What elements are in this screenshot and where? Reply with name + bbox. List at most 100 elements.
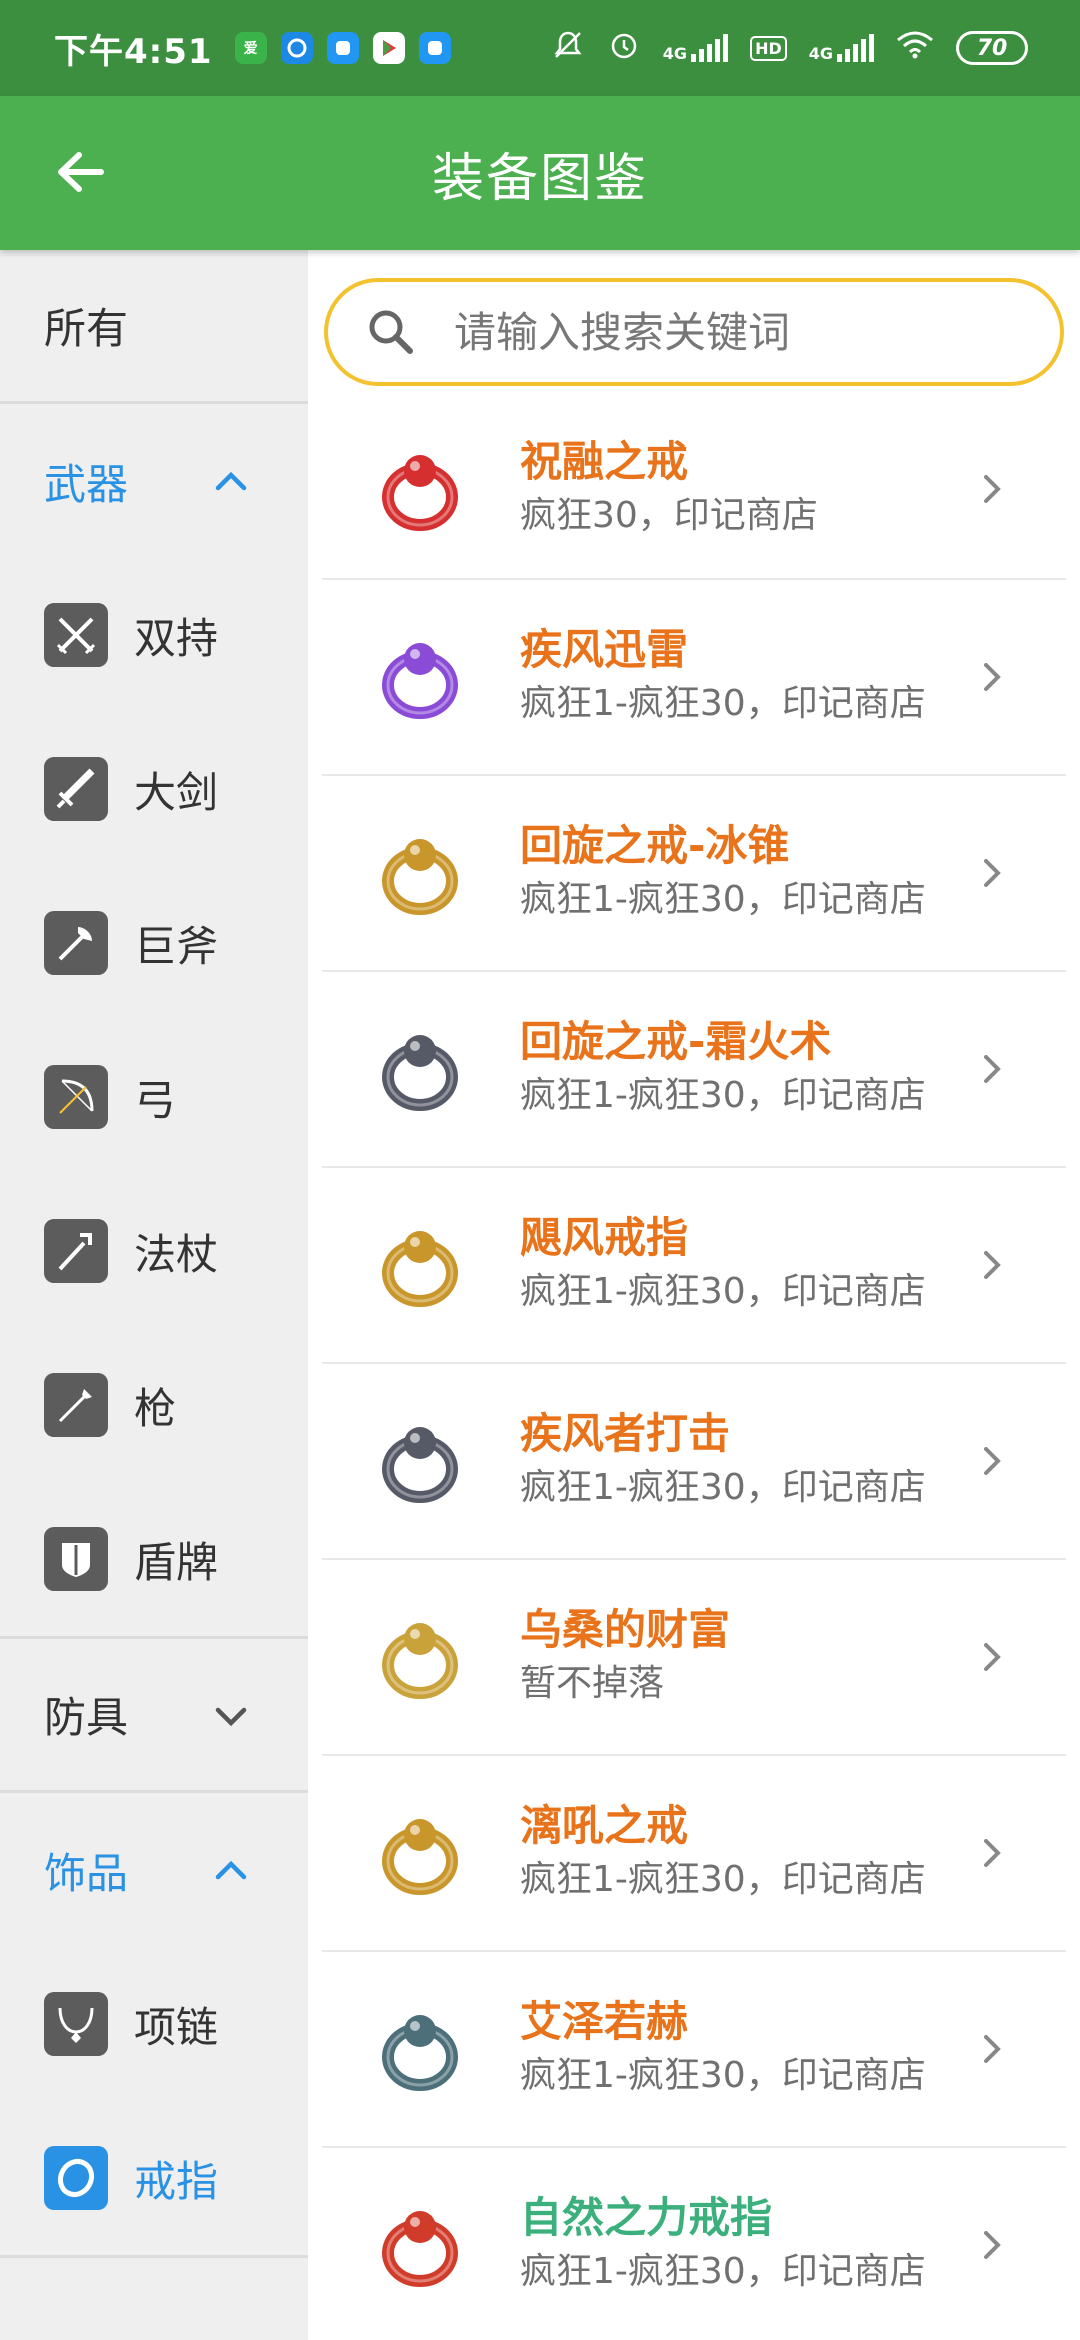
ring-item-icon [382, 1231, 458, 1307]
item-source: 疯狂1-疯狂30，印记商店 [520, 683, 926, 724]
crossed-swords-icon [44, 603, 108, 667]
signal-4g-icon: 4G [663, 34, 729, 62]
bow-icon [44, 1065, 108, 1129]
item-source: 疯狂1-疯狂30，印记商店 [520, 1467, 926, 1508]
ring-item-icon [382, 2015, 458, 2091]
list-item[interactable]: 艾泽若赫疯狂1-疯狂30，印记商店 [322, 1952, 1066, 2148]
shield-icon [44, 1527, 108, 1591]
chevron-right-icon [984, 1447, 1001, 1475]
status-bar: 下午4:51 爱 4G HD 4G 70 [0, 0, 1080, 96]
play-store-icon [372, 32, 405, 64]
item-name: 回旋之戒-霜火术 [520, 1017, 832, 1066]
item-source: 疯狂1-疯狂30，印记商店 [520, 1271, 926, 1312]
page-title: 装备图鉴 [431, 148, 648, 209]
category-sidebar: 所有 武器 双持 大剑 巨斧 弓 法杖 枪 盾牌 防具 饰品 项链 戒指 [0, 250, 308, 2340]
chevron-right-icon [984, 2035, 1001, 2063]
ring-item-icon [382, 1427, 458, 1503]
ring-item-icon [382, 455, 458, 531]
list-item[interactable]: 飓风戒指疯狂1-疯狂30，印记商店 [322, 1168, 1066, 1364]
notification-icons: 爱 [234, 32, 451, 64]
sidebar-item-label: 项链 [134, 2002, 219, 2052]
list-item[interactable]: 漓吼之戒疯狂1-疯狂30，印记商店 [322, 1756, 1066, 1952]
list-item[interactable]: 祝融之戒 疯狂30，印记商店 [322, 400, 1066, 580]
list-item[interactable]: 疾风迅雷疯狂1-疯狂30，印记商店 [322, 580, 1066, 776]
ring-item-icon [382, 643, 458, 719]
chevron-right-icon [984, 663, 1001, 691]
search-icon [369, 310, 413, 354]
signal-4g-icon-2: 4G [809, 34, 874, 62]
sidebar-divider [0, 2255, 308, 2258]
ring-item-icon [382, 1819, 458, 1895]
mute-bell-icon [551, 28, 585, 69]
sidebar-item-bow[interactable]: 弓 [0, 1020, 308, 1174]
sidebar-item-label: 法杖 [134, 1229, 219, 1279]
search-bar[interactable] [324, 278, 1064, 386]
app-bar: 装备图鉴 [0, 96, 1080, 250]
sidebar-item-label: 戒指 [134, 2156, 219, 2206]
necklace-icon [44, 1992, 108, 2056]
sidebar-item-ring[interactable]: 戒指 [0, 2101, 308, 2255]
alarm-icon [607, 28, 641, 69]
sidebar-item-greatsword[interactable]: 大剑 [0, 712, 308, 866]
sidebar-item-all[interactable]: 所有 [0, 250, 308, 404]
chevron-right-icon [984, 2231, 1001, 2259]
hd-badge: HD [750, 35, 787, 61]
list-item[interactable]: 回旋之戒-霜火术 疯狂1-疯狂30，印记商店 [322, 972, 1066, 1168]
list-item[interactable]: 回旋之戒-冰锥 疯狂1-疯狂30，印记商店 [322, 776, 1066, 972]
staff-icon [44, 1219, 108, 1283]
chevron-down-icon [215, 1707, 247, 1727]
item-name: 疾风迅雷 [520, 625, 689, 674]
chevron-right-icon [984, 1643, 1001, 1671]
browser-app-icon [280, 32, 313, 64]
item-source: 暂不掉落 [520, 1663, 665, 1704]
chevron-right-icon [984, 1251, 1001, 1279]
sidebar-item-staff[interactable]: 法杖 [0, 1174, 308, 1328]
list-item[interactable]: 疾风者打击疯狂1-疯狂30，印记商店 [322, 1364, 1066, 1560]
spear-icon [44, 1373, 108, 1437]
ring-item-icon [382, 1623, 458, 1699]
sidebar-item-spear[interactable]: 枪 [0, 1328, 308, 1482]
sidebar-item-dual-wield[interactable]: 双持 [0, 558, 308, 712]
chevron-right-icon [984, 1839, 1001, 1867]
item-name: 自然之力戒指 [520, 2193, 773, 2242]
chevron-up-icon [215, 471, 247, 491]
sidebar-item-label: 枪 [134, 1383, 177, 1433]
sidebar-category-accessories[interactable]: 饰品 [0, 1793, 308, 1947]
axe-icon [44, 911, 108, 975]
chevron-right-icon [984, 1055, 1001, 1083]
status-time: 下午4:51 [54, 31, 213, 72]
item-source: 疯狂1-疯狂30，印记商店 [520, 1859, 926, 1900]
sidebar-item-label: 武器 [44, 459, 129, 509]
sidebar-category-armor[interactable]: 防具 [0, 1639, 308, 1793]
greatsword-icon [44, 757, 108, 821]
item-name: 飓风戒指 [520, 1213, 689, 1262]
sidebar-item-shield[interactable]: 盾牌 [0, 1482, 308, 1636]
list-item[interactable]: 自然之力戒指疯狂1-疯狂30，印记商店 [322, 2148, 1066, 2340]
item-name: 疾风者打击 [520, 1409, 731, 1458]
sidebar-item-label: 巨斧 [134, 921, 219, 971]
item-source: 疯狂1-疯狂30，印记商店 [520, 2251, 926, 2292]
chevron-up-icon [215, 1860, 247, 1880]
chevron-right-icon [984, 859, 1001, 887]
search-input[interactable] [454, 307, 1014, 357]
back-arrow-icon [58, 152, 104, 192]
list-item[interactable]: 乌桑的财富 暂不掉落 [322, 1560, 1066, 1756]
sidebar-item-label: 双持 [134, 613, 219, 663]
back-button[interactable] [48, 140, 112, 204]
sidebar-item-label: 防具 [44, 1693, 129, 1742]
battery-indicator: 70 [956, 31, 1028, 65]
app-icon-blue-2 [418, 32, 451, 64]
item-name: 艾泽若赫 [520, 1997, 689, 2046]
sidebar-item-great-axe[interactable]: 巨斧 [0, 866, 308, 1020]
sidebar-item-necklace[interactable]: 项链 [0, 1947, 308, 2101]
equipment-list: 祝融之戒 疯狂30，印记商店 疾风迅雷 疯狂1-疯狂30，印记商店 回旋之戒-冰锥 疯狂1… [322, 400, 1066, 2340]
sidebar-item-label: 饰品 [44, 1848, 129, 1898]
ring-item-icon [382, 1035, 458, 1111]
item-name: 漓吼之戒 [520, 1801, 689, 1850]
item-source: 疯狂1-疯狂30，印记商店 [520, 2055, 926, 2096]
item-source: 疯狂1-疯狂30，印记商店 [520, 879, 926, 920]
item-name: 乌桑的财富 [520, 1605, 731, 1654]
item-name: 祝融之戒 [520, 437, 689, 486]
app-icon-blue-1 [326, 32, 359, 64]
sidebar-category-weapons[interactable]: 武器 [0, 404, 308, 558]
